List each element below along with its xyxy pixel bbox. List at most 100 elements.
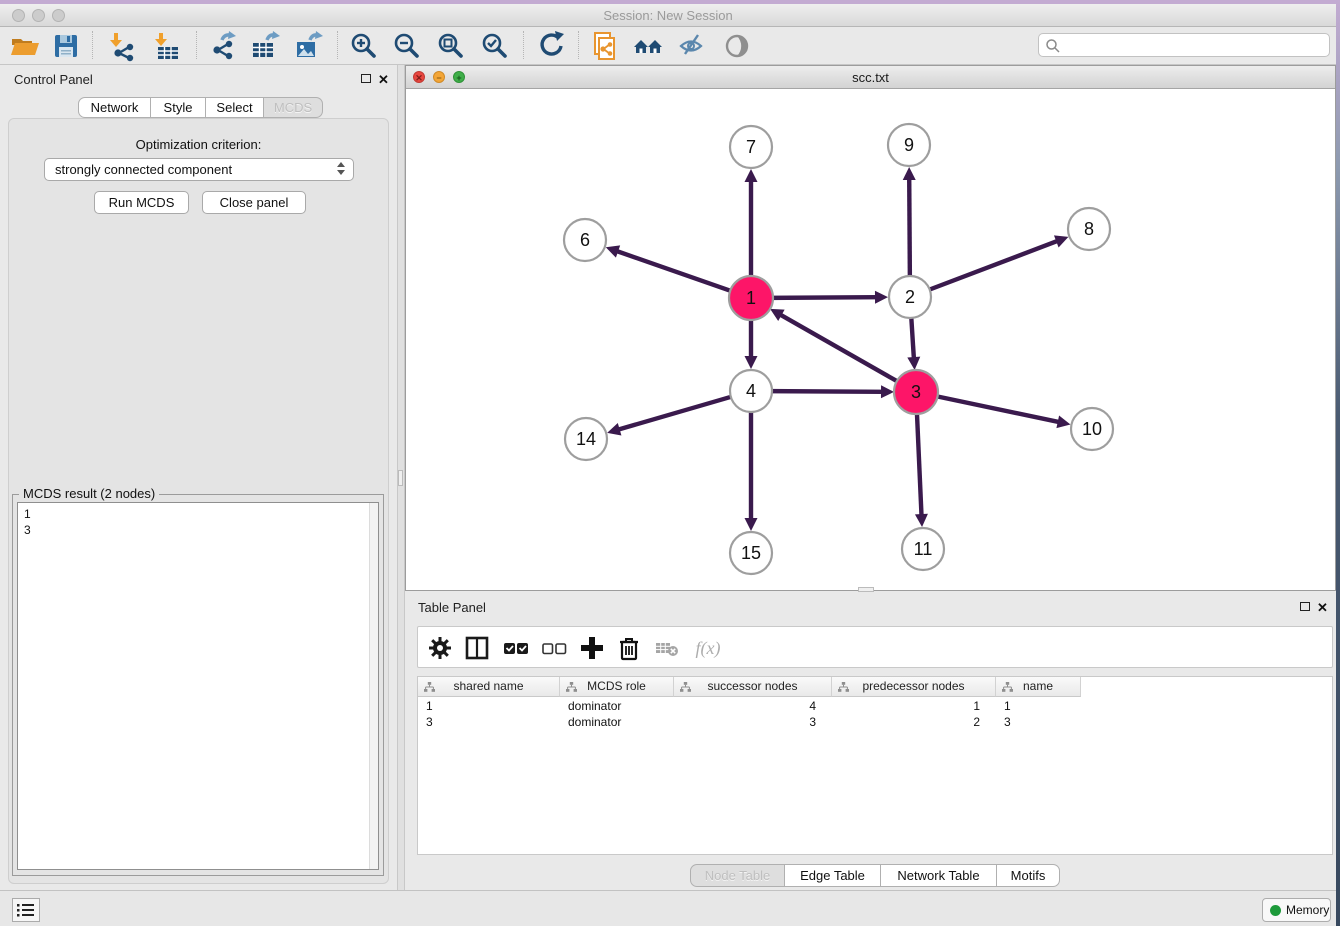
network-canvas[interactable]: 7968124314101511 bbox=[406, 89, 1335, 590]
table-cell: 2 bbox=[832, 714, 996, 730]
vertical-splitter-grip[interactable] bbox=[398, 470, 403, 486]
toolbar-separator bbox=[196, 31, 197, 59]
zoom-selected-icon[interactable] bbox=[479, 30, 511, 62]
run-mcds-button[interactable]: Run MCDS bbox=[94, 191, 189, 214]
column-sort-icon bbox=[1002, 682, 1013, 693]
table-cell: 3 bbox=[996, 714, 1081, 730]
apply-layout-icon[interactable] bbox=[535, 30, 567, 62]
graph-edge[interactable] bbox=[928, 241, 1058, 291]
function-builder-icon[interactable]: f(x) bbox=[690, 634, 726, 662]
graph-node-label: 4 bbox=[746, 381, 756, 401]
graph-edge[interactable] bbox=[770, 297, 877, 298]
edge-arrowhead bbox=[907, 357, 920, 370]
show-all-icon[interactable] bbox=[722, 30, 754, 62]
export-table-icon[interactable] bbox=[249, 30, 281, 62]
edge-arrowhead bbox=[881, 385, 894, 398]
first-neighbors-icon[interactable] bbox=[633, 30, 665, 62]
graph-node-label: 7 bbox=[746, 137, 756, 157]
zoom-fit-icon[interactable] bbox=[435, 30, 467, 62]
control-tab-style[interactable]: Style bbox=[151, 97, 206, 118]
column-sort-icon bbox=[838, 682, 849, 693]
column-sort-icon bbox=[566, 682, 577, 693]
table-tab-network-table[interactable]: Network Table bbox=[881, 864, 997, 887]
control-panel-title: Control Panel bbox=[14, 72, 93, 87]
zoom-in-icon[interactable] bbox=[348, 30, 380, 62]
column-header-MCDS-role[interactable]: MCDS role bbox=[560, 677, 674, 697]
status-bar: Memory bbox=[0, 890, 1336, 926]
criterion-value: strongly connected component bbox=[55, 162, 232, 177]
add-column-icon[interactable] bbox=[578, 634, 606, 662]
memory-status-icon bbox=[1270, 905, 1281, 916]
column-sort-icon bbox=[424, 682, 435, 693]
select-all-icon[interactable] bbox=[502, 634, 530, 662]
table-panel-float-icon[interactable] bbox=[1300, 602, 1310, 611]
table-row[interactable]: 3dominator323 bbox=[418, 714, 1081, 730]
edge-arrowhead bbox=[915, 514, 928, 527]
hide-selected-icon[interactable] bbox=[677, 30, 709, 62]
column-settings-icon[interactable] bbox=[426, 634, 454, 662]
column-header-predecessor-nodes[interactable]: predecessor nodes bbox=[832, 677, 996, 697]
column-sort-icon bbox=[680, 682, 691, 693]
close-panel-button[interactable]: Close panel bbox=[202, 191, 306, 214]
node-table[interactable]: shared nameMCDS rolesuccessor nodesprede… bbox=[417, 676, 1333, 855]
open-session-icon[interactable] bbox=[8, 30, 40, 62]
export-network-icon[interactable] bbox=[207, 30, 239, 62]
graph-edge[interactable] bbox=[909, 178, 910, 278]
graph-node-label: 3 bbox=[911, 382, 921, 402]
new-network-from-selection-icon[interactable] bbox=[590, 30, 622, 62]
select-arrows-icon bbox=[337, 162, 345, 175]
control-tab-mcds[interactable]: MCDS bbox=[264, 97, 323, 118]
import-network-icon[interactable] bbox=[106, 30, 138, 62]
control-panel-float-icon[interactable] bbox=[361, 74, 371, 83]
graph-node-label: 15 bbox=[741, 543, 761, 563]
graph-edge[interactable] bbox=[618, 396, 733, 429]
search-input[interactable] bbox=[1063, 36, 1323, 54]
column-header-name[interactable]: name bbox=[996, 677, 1081, 697]
network-graph[interactable]: 7968124314101511 bbox=[406, 89, 1335, 590]
graph-edge[interactable] bbox=[935, 396, 1060, 422]
table-panel-close-icon[interactable]: ✕ bbox=[1317, 602, 1328, 614]
column-header-successor-nodes[interactable]: successor nodes bbox=[674, 677, 832, 697]
search-field[interactable] bbox=[1038, 33, 1330, 57]
column-label: name bbox=[1023, 679, 1053, 693]
zoom-out-icon[interactable] bbox=[391, 30, 423, 62]
table-tab-motifs[interactable]: Motifs bbox=[997, 864, 1060, 887]
toolbar-separator bbox=[92, 31, 93, 59]
table-cell: 1 bbox=[832, 698, 996, 714]
split-panel-icon[interactable] bbox=[463, 634, 491, 662]
toolbar-separator bbox=[578, 31, 579, 59]
edge-arrowhead bbox=[875, 291, 888, 304]
app-title: Session: New Session bbox=[0, 8, 1336, 23]
delete-table-icon[interactable] bbox=[653, 634, 681, 662]
deselect-all-icon[interactable] bbox=[540, 634, 568, 662]
graph-node-label: 2 bbox=[905, 287, 915, 307]
table-tab-edge-table[interactable]: Edge Table bbox=[785, 864, 881, 887]
edge-arrowhead bbox=[606, 245, 620, 257]
control-tab-select[interactable]: Select bbox=[206, 97, 264, 118]
criterion-select[interactable]: strongly connected component bbox=[44, 158, 354, 181]
task-history-button[interactable] bbox=[12, 898, 40, 922]
horizontal-splitter-grip[interactable] bbox=[858, 587, 874, 592]
table-row[interactable]: 1dominator411 bbox=[418, 698, 1081, 714]
graph-edge[interactable] bbox=[917, 411, 922, 516]
table-tab-node-table[interactable]: Node Table bbox=[690, 864, 785, 887]
control-tab-network[interactable]: Network bbox=[78, 97, 151, 118]
column-header-shared-name[interactable]: shared name bbox=[418, 677, 560, 697]
graph-edge[interactable] bbox=[911, 316, 914, 359]
mcds-result-text[interactable]: 1 3 bbox=[17, 502, 379, 870]
edge-arrowhead bbox=[607, 423, 621, 435]
network-window-titlebar[interactable]: ✕ − + scc.txt bbox=[406, 66, 1335, 89]
graph-edge[interactable] bbox=[770, 391, 883, 392]
delete-column-icon[interactable] bbox=[615, 634, 643, 662]
main-toolbar bbox=[0, 27, 1336, 65]
graph-edge[interactable] bbox=[780, 314, 900, 382]
edge-arrowhead bbox=[745, 169, 758, 182]
result-scrollbar[interactable] bbox=[369, 503, 378, 869]
memory-button[interactable]: Memory bbox=[1262, 898, 1331, 922]
import-table-icon[interactable] bbox=[152, 30, 184, 62]
export-image-icon[interactable] bbox=[292, 30, 324, 62]
save-session-icon[interactable] bbox=[50, 30, 82, 62]
control-panel-close-icon[interactable]: ✕ bbox=[378, 74, 389, 86]
table-cell: 3 bbox=[674, 714, 832, 730]
graph-edge[interactable] bbox=[616, 251, 733, 292]
